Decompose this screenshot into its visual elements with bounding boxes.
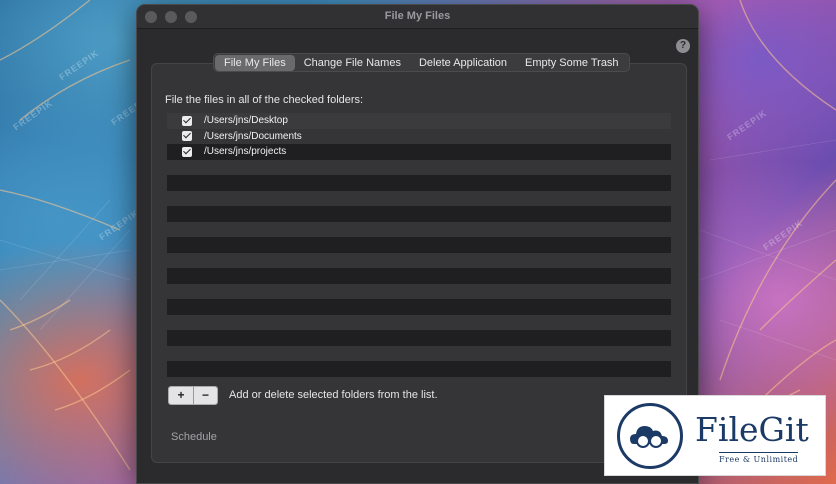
folder-path: /Users/jns/Desktop [204, 115, 288, 127]
empty-row[interactable] [167, 330, 671, 346]
folder-row[interactable]: /Users/jns/Documents [167, 128, 671, 144]
filegit-logo: FileGit Free & Unlimited [604, 395, 826, 476]
empty-row[interactable] [167, 361, 671, 377]
watermark-text: FREEPIK [11, 97, 55, 133]
empty-row[interactable] [167, 221, 671, 237]
title-bar[interactable]: File My Files [137, 5, 698, 29]
logo-tagline: Free & Unlimited [719, 452, 799, 464]
empty-row[interactable] [167, 206, 671, 222]
watermark-text: FREEPIK [761, 217, 805, 253]
empty-row[interactable] [167, 299, 671, 315]
folder-list[interactable]: /Users/jns/Desktop /Users/jns/Documents … [167, 113, 671, 377]
add-folder-button[interactable]: + [169, 387, 193, 404]
watermark-text: FREEPIK [97, 207, 141, 243]
instruction-label: File the files in all of the checked fol… [165, 94, 364, 106]
tab-change-file-names[interactable]: Change File Names [295, 55, 410, 71]
folder-row[interactable]: /Users/jns/Desktop [167, 113, 671, 129]
tab-delete-application[interactable]: Delete Application [410, 55, 516, 71]
cloud-icon [630, 426, 668, 448]
add-remove-control: + − [168, 386, 218, 405]
empty-row[interactable] [167, 159, 671, 175]
folder-checkbox[interactable] [182, 115, 192, 126]
empty-row[interactable] [167, 314, 671, 330]
watermark-text: FREEPIK [725, 107, 769, 143]
folder-path: /Users/jns/Documents [204, 130, 302, 142]
empty-row[interactable] [167, 268, 671, 284]
logo-brand: FileGit [695, 410, 809, 449]
empty-row[interactable] [167, 190, 671, 206]
watermark-text: FREEPIK [57, 47, 101, 83]
tab-empty-some-trash[interactable]: Empty Some Trash [516, 55, 628, 71]
tab-file-my-files[interactable]: File My Files [215, 54, 295, 71]
empty-row[interactable] [167, 237, 671, 253]
folder-row[interactable]: /Users/jns/projects [167, 144, 671, 160]
folder-checkbox[interactable] [182, 131, 192, 142]
schedule-button[interactable]: Schedule [171, 431, 217, 443]
empty-row[interactable] [167, 283, 671, 299]
empty-row[interactable] [167, 175, 671, 191]
logo-emblem [617, 403, 683, 469]
add-remove-hint: Add or delete selected folders from the … [229, 389, 438, 401]
help-button[interactable]: ? [676, 39, 690, 53]
folder-checkbox[interactable] [182, 146, 192, 157]
empty-row[interactable] [167, 345, 671, 361]
window-title: File My Files [384, 10, 451, 22]
empty-row[interactable] [167, 252, 671, 268]
tab-bar: File My Files Change File Names Delete A… [213, 53, 630, 72]
folder-path: /Users/jns/projects [204, 146, 287, 158]
remove-folder-button[interactable]: − [193, 387, 217, 404]
